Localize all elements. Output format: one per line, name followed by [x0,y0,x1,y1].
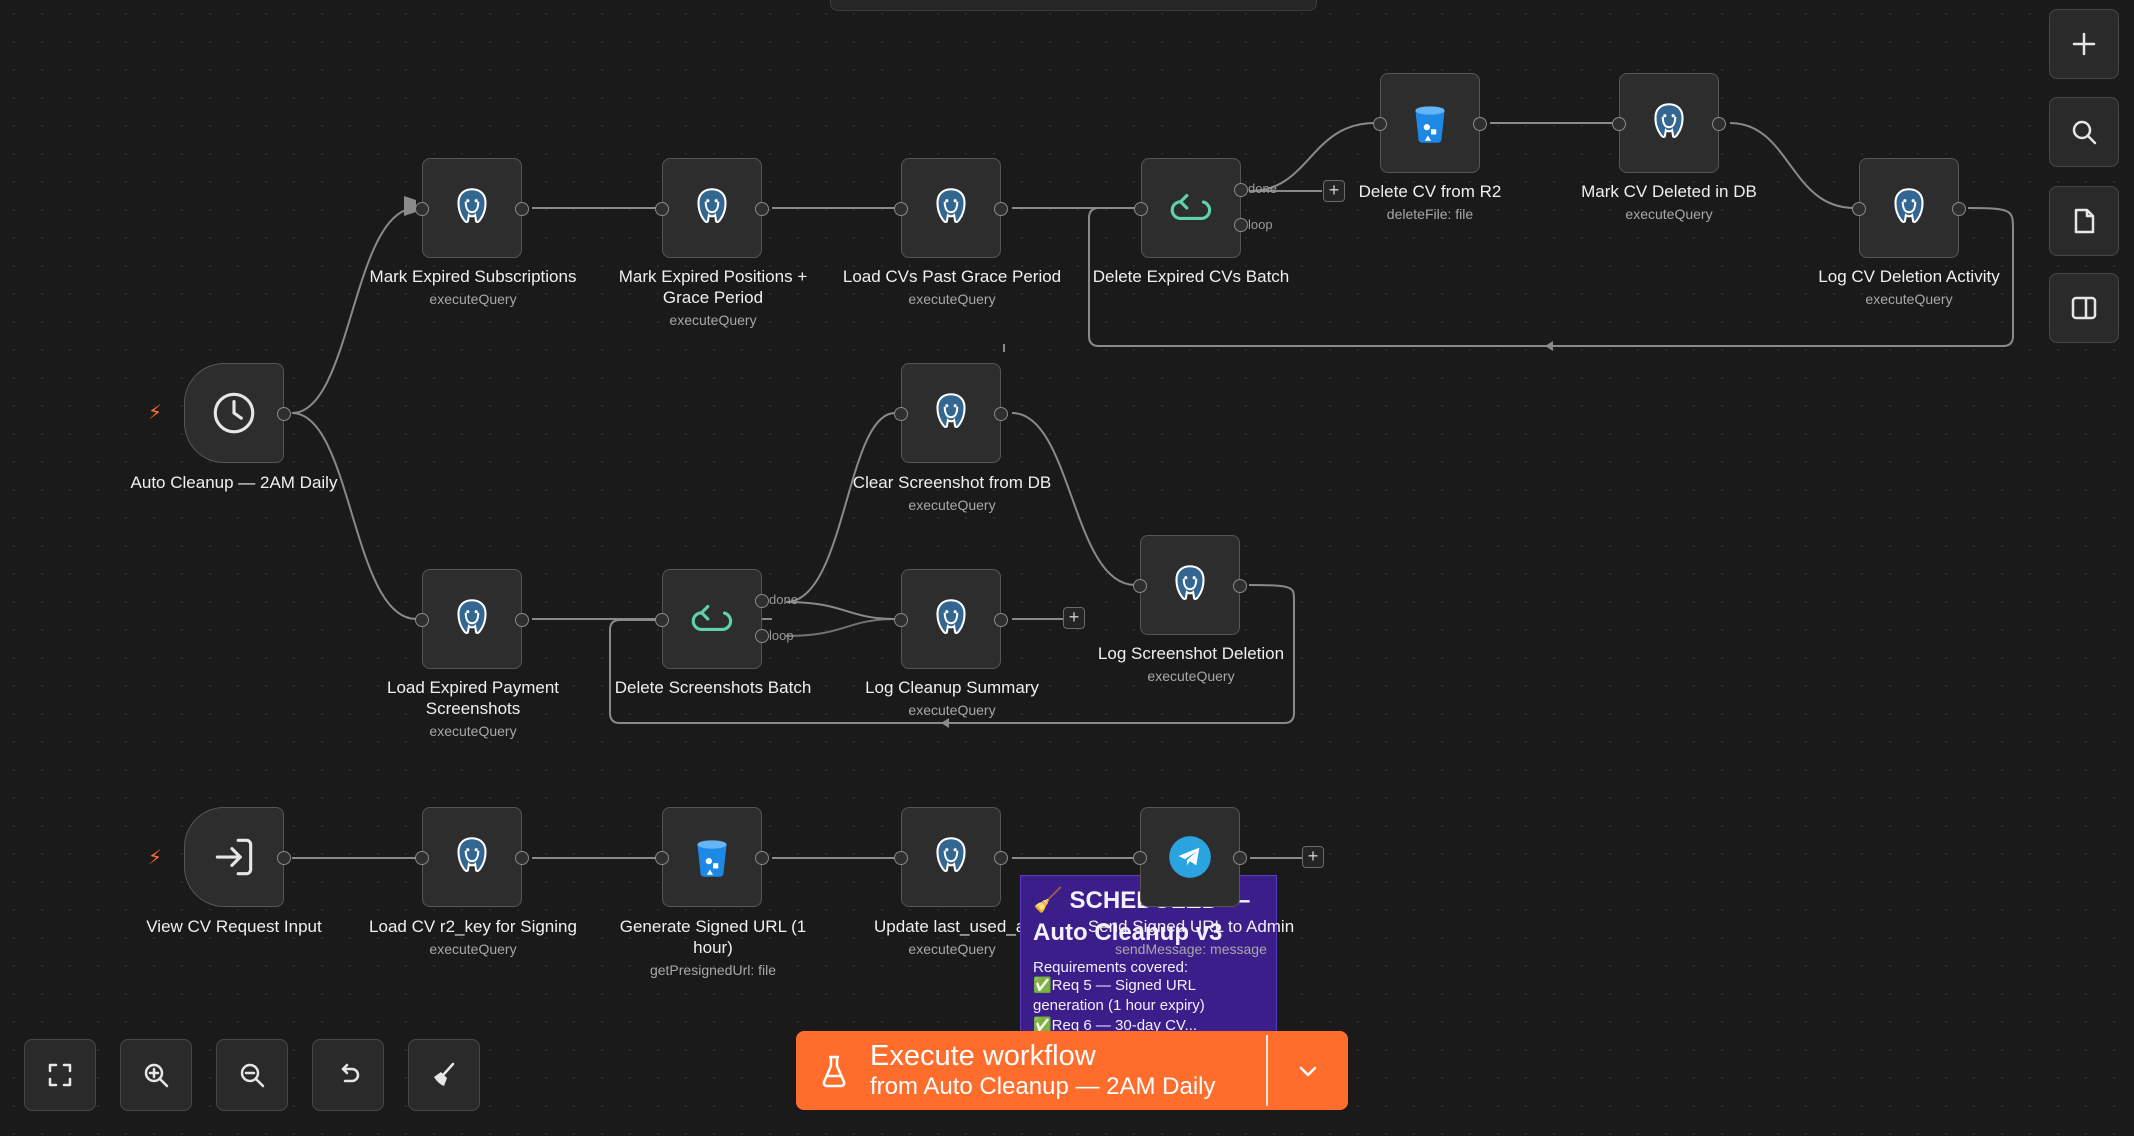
search-icon [2072,120,2097,145]
node-clear-screenshot[interactable] [894,363,1008,463]
loop-icon [1170,193,1212,220]
reset-zoom-button[interactable] [312,1039,384,1111]
reset-zoom-icon [341,1063,360,1083]
clock-icon [213,392,255,434]
node-delete-cv-from-r2[interactable] [1373,73,1487,173]
sticky-note-icon [2074,208,2095,234]
postgres-icon [1175,565,1205,600]
execute-options-dropdown[interactable] [1268,1031,1348,1110]
port-label-loop: loop [769,628,794,643]
node-load-cv-r2-key[interactable] [415,807,529,907]
label-send-signed-url: Send Signed URL to Admin sendMessage: mes… [1087,917,1295,957]
postgres-icon [936,837,966,872]
node-auto-cleanup-trigger[interactable] [184,363,291,463]
node-delete-screenshots-batch[interactable]: done loop [655,569,798,669]
node-load-expired-payment[interactable] [415,569,529,669]
telegram-icon [1169,836,1211,878]
label-view-cv-request: View CV Request Input [146,917,322,936]
label-auto-cleanup-trigger: Auto Cleanup — 2AM Daily [130,473,338,492]
execute-workflow-button[interactable]: Execute workflow from Auto Cleanup — 2AM… [796,1031,1348,1110]
execute-workflow-label: Execute workflow [870,1039,1096,1072]
port-label-loop: loop [1248,217,1273,232]
panel-toggle-icon [2071,296,2097,320]
label-mark-cv-deleted: Mark CV Deleted in DB executeQuery [1581,182,1757,222]
node-mark-expired-subscriptions[interactable] [415,158,529,258]
node-send-signed-url[interactable] [1133,807,1247,907]
label-mark-expired-positions: Mark Expired Positions + Grace Period exe… [618,267,808,328]
label-delete-cv-from-r2: Delete CV from R2 deleteFile: file [1358,182,1502,222]
label-delete-screenshots-batch: Delete Screenshots Batch [614,678,812,697]
trigger-bolt-icon: ⚡ [148,847,163,869]
node-update-last-used[interactable] [894,807,1008,907]
chevron-down-icon [1299,1066,1317,1076]
fit-view-button[interactable] [24,1039,96,1111]
r2-bucket-icon [697,840,727,877]
flask-icon [822,1055,846,1087]
postgres-icon [936,599,966,634]
r2-bucket-icon [1415,106,1445,143]
label-load-cvs-past-grace: Load CVs Past Grace Period executeQuery [842,267,1062,307]
label-log-screenshot-deletion: Log Screenshot Deletion executeQuery [1097,644,1285,684]
label-log-cv-deletion: Log CV Deletion Activity executeQuery [1818,267,2000,307]
add-node-button[interactable] [2049,9,2119,79]
node-mark-expired-positions[interactable] [655,158,769,258]
postgres-icon [1894,188,1924,223]
label-clear-screenshot: Clear Screenshot from DB executeQuery [852,473,1052,513]
label-load-cv-r2-key: Load CV r2_key for Signing executeQuery [369,917,577,957]
sign-in-icon [215,838,253,876]
fit-view-icon [48,1063,72,1087]
trigger-bolt-icon: ⚡ [148,402,163,424]
plus-icon [2072,32,2096,56]
search-nodes-button[interactable] [2049,97,2119,167]
node-log-cv-deletion[interactable] [1852,158,1966,258]
node-generate-signed-url[interactable] [655,807,769,907]
node-mark-cv-deleted[interactable] [1612,73,1726,173]
zoom-in-button[interactable] [120,1039,192,1111]
port-label-done: done [769,592,798,607]
execute-button-divider [1266,1035,1268,1106]
add-node-plus-button[interactable]: + [1302,846,1324,868]
postgres-icon [457,599,487,634]
add-sticky-note-button[interactable] [2049,186,2119,256]
node-log-cleanup-summary[interactable] [894,569,1008,669]
node-log-screenshot-deletion[interactable] [1133,535,1247,635]
loop-icon [691,604,733,631]
zoom-out-icon [240,1063,265,1088]
postgres-icon [457,837,487,872]
tidy-up-icon [434,1062,455,1086]
node-view-cv-request[interactable] [184,807,291,907]
node-load-cvs-past-grace[interactable] [894,158,1008,258]
zoom-in-icon [144,1063,169,1088]
port-label-done: done [1248,181,1277,196]
postgres-icon [457,188,487,223]
sticky-text: Requirements covered: [1033,959,1189,976]
label-mark-expired-subscriptions: Mark Expired Subscriptions executeQuery [369,267,577,307]
execute-from-label: from Auto Cleanup — 2AM Daily [870,1072,1216,1100]
add-node-plus-button[interactable]: + [1063,607,1085,629]
zoom-out-button[interactable] [216,1039,288,1111]
label-load-expired-payment: Load Expired Payment Screenshots executeQ… [387,678,559,739]
postgres-icon [697,188,727,223]
toggle-panel-button[interactable] [2049,273,2119,343]
workflow-canvas[interactable]: Mark Expired Subscriptions executeQuery M… [0,0,2134,1136]
label-log-cleanup-summary: Log Cleanup Summary executeQuery [865,678,1039,718]
postgres-icon [1654,103,1684,138]
postgres-icon [936,188,966,223]
postgres-icon [936,393,966,428]
label-delete-expired-cvs-batch: Delete Expired CVs Batch [1092,267,1290,286]
node-delete-expired-cvs-batch[interactable]: done loop [1134,158,1277,258]
tidy-up-button[interactable] [408,1039,480,1111]
label-generate-signed-url: Generate Signed URL (1 hour) getPresigned… [619,917,807,978]
sticky-text: ✅Req 5 — Signed URL generation (1 hour e… [1033,977,1205,1014]
